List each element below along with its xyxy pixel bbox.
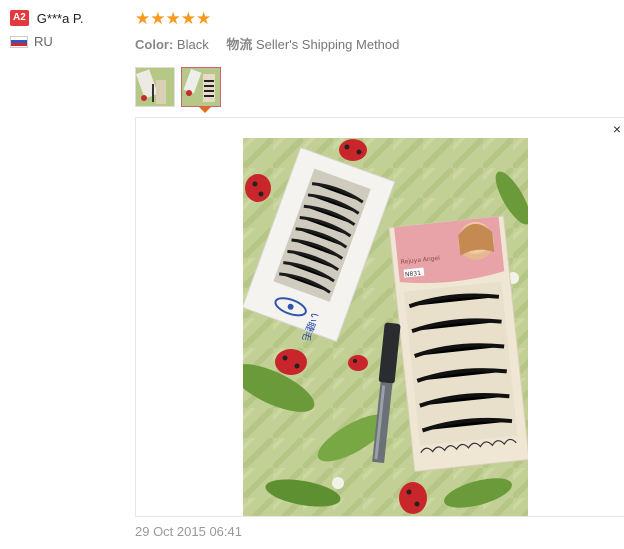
close-icon[interactable]: × xyxy=(613,122,621,136)
shipping-value: Seller's Shipping Method xyxy=(255,37,400,52)
review-meta: Color: Black 物流 Seller's Shipping Method xyxy=(135,34,399,53)
star-icon: ★ xyxy=(135,9,151,28)
shipping-label: 物流 xyxy=(226,37,253,52)
country-row: RU xyxy=(10,34,125,49)
rating-stars: ★ ★ ★ ★ ★ xyxy=(135,10,211,27)
star-icon: ★ xyxy=(196,9,212,28)
photo-viewer: × い睫毛 Rejuya Angel N831 xyxy=(135,117,624,517)
selected-thumbnail-arrow xyxy=(199,107,211,113)
star-icon: ★ xyxy=(165,9,181,28)
color-value: Black xyxy=(176,37,209,52)
user-column: A2 G***a P. RU xyxy=(10,10,125,49)
thumbnail-2-image xyxy=(182,68,220,106)
star-icon: ★ xyxy=(150,9,166,28)
russia-flag-icon xyxy=(10,35,28,48)
review-photo: い睫毛 Rejuya Angel N831 xyxy=(243,138,528,516)
color-label: Color: xyxy=(135,37,174,52)
thumbnail-1-image xyxy=(136,68,174,106)
buyer-country: RU xyxy=(34,34,53,49)
star-icon: ★ xyxy=(180,9,196,28)
thumbnail-2[interactable] xyxy=(181,67,221,107)
review-date: 29 Oct 2015 06:41 xyxy=(135,524,242,539)
buyer-name: G***a P. xyxy=(36,10,84,26)
buyer-level-badge: A2 xyxy=(10,10,29,26)
user-row: A2 G***a P. xyxy=(10,10,125,26)
thumbnail-1[interactable] xyxy=(135,67,175,107)
thumbnail-strip xyxy=(135,67,227,107)
